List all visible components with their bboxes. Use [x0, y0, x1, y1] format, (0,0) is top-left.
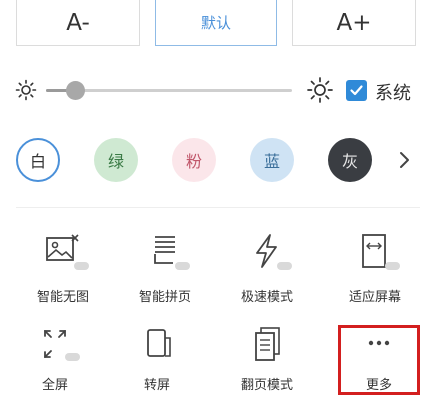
theme-white-swatch[interactable]: 白 — [16, 138, 60, 182]
theme-gray-swatch[interactable]: 灰 — [328, 138, 372, 182]
brightness-low-icon — [14, 78, 38, 106]
font-decrease-button[interactable]: A- — [16, 0, 140, 46]
font-size-controls: A- 默认 A+ — [16, 0, 416, 46]
system-brightness-checkbox[interactable] — [346, 80, 367, 101]
toggle-indicator — [385, 262, 400, 270]
theme-pink-swatch[interactable]: 粉 — [172, 138, 216, 182]
tool-label: 适应屏幕 — [348, 290, 401, 305]
system-brightness-label: 系统 — [375, 83, 411, 104]
theme-colors: 白 绿 粉 蓝 灰 — [0, 136, 437, 184]
tool-fullscreen[interactable]: 全屏 — [10, 326, 100, 402]
toggle-indicator — [74, 262, 89, 270]
font-default-button[interactable]: 默认 — [155, 0, 277, 46]
tool-fit-screen[interactable]: 适应屏幕 — [330, 232, 420, 312]
checkmark-icon — [350, 85, 363, 96]
brightness-high-icon — [306, 76, 334, 108]
theme-label: 灰 — [341, 152, 358, 171]
theme-label: 绿 — [107, 152, 124, 171]
theme-blue-swatch[interactable]: 蓝 — [250, 138, 294, 182]
tool-label: 翻页模式 — [240, 378, 293, 393]
tool-label: 全屏 — [41, 378, 68, 393]
tool-speed-mode[interactable]: 极速模式 — [222, 232, 312, 312]
theme-label: 白 — [29, 152, 46, 171]
tool-label: 智能无图 — [36, 290, 89, 305]
brightness-controls: 系统 — [0, 70, 437, 110]
more-highlight-box — [338, 325, 420, 395]
tool-page-turn-mode[interactable]: 翻页模式 — [222, 326, 312, 402]
rotate-screen-icon — [135, 326, 179, 366]
tool-label: 转屏 — [143, 378, 170, 393]
tool-smart-no-image[interactable]: 智能无图 — [18, 232, 108, 312]
theme-label: 蓝 — [263, 152, 280, 171]
toggle-indicator — [65, 353, 80, 361]
brightness-slider-thumb[interactable] — [66, 81, 86, 100]
section-divider — [16, 207, 420, 208]
tool-smart-page-join[interactable]: 智能拼页 — [120, 232, 210, 312]
theme-green-swatch[interactable]: 绿 — [94, 138, 138, 182]
toggle-indicator — [175, 262, 190, 270]
chevron-right-icon[interactable] — [396, 148, 412, 176]
font-increase-button[interactable]: A+ — [292, 0, 416, 46]
page-turn-icon — [245, 326, 289, 366]
theme-label: 粉 — [185, 152, 202, 171]
tool-rotate-screen[interactable]: 转屏 — [112, 326, 202, 402]
toggle-indicator — [277, 262, 292, 270]
tool-label: 智能拼页 — [138, 290, 191, 305]
tool-label: 极速模式 — [240, 290, 293, 305]
